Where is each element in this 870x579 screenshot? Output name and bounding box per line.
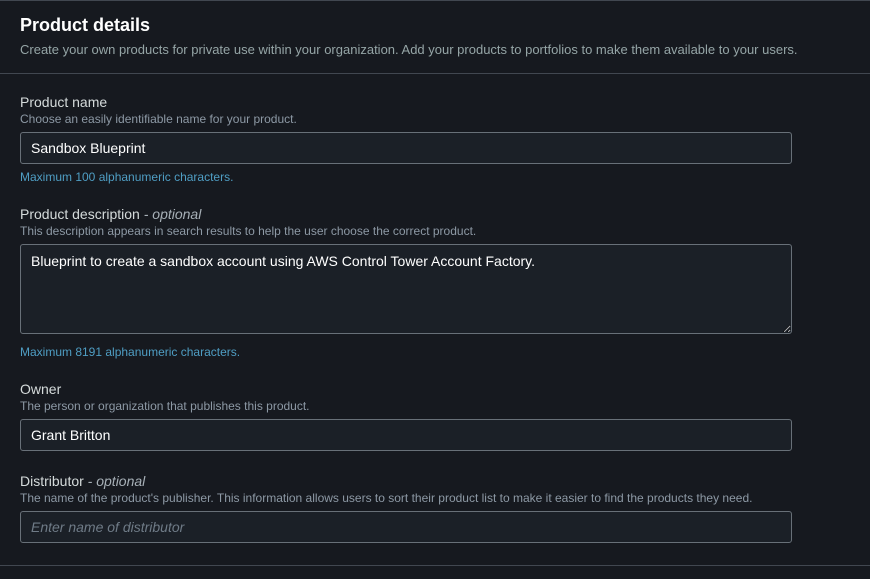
- optional-suffix: - optional: [84, 473, 145, 489]
- product-description-constraint: Maximum 8191 alphanumeric characters.: [20, 345, 850, 359]
- product-description-label-text: Product description: [20, 206, 140, 222]
- owner-label: Owner: [20, 381, 850, 397]
- distributor-field: Distributor - optional The name of the p…: [20, 473, 850, 543]
- page-subtitle: Create your own products for private use…: [20, 42, 850, 57]
- owner-field: Owner The person or organization that pu…: [20, 381, 850, 451]
- product-name-hint: Choose an easily identifiable name for y…: [20, 112, 850, 126]
- product-details-panel: Product details Create your own products…: [0, 0, 870, 566]
- owner-hint: The person or organization that publishe…: [20, 399, 850, 413]
- panel-header: Product details Create your own products…: [0, 1, 870, 74]
- distributor-label: Distributor - optional: [20, 473, 850, 489]
- page-title: Product details: [20, 15, 850, 36]
- product-name-label: Product name: [20, 94, 850, 110]
- distributor-input[interactable]: [20, 511, 792, 543]
- form-body: Product name Choose an easily identifiab…: [0, 74, 870, 543]
- optional-suffix: - optional: [140, 206, 201, 222]
- product-description-field: Product description - optional This desc…: [20, 206, 850, 359]
- product-description-label: Product description - optional: [20, 206, 850, 222]
- product-name-input[interactable]: [20, 132, 792, 164]
- distributor-hint: The name of the product's publisher. Thi…: [20, 491, 850, 505]
- product-description-input[interactable]: Blueprint to create a sandbox account us…: [20, 244, 792, 334]
- owner-input[interactable]: [20, 419, 792, 451]
- product-name-constraint: Maximum 100 alphanumeric characters.: [20, 170, 850, 184]
- distributor-label-text: Distributor: [20, 473, 84, 489]
- product-name-field: Product name Choose an easily identifiab…: [20, 94, 850, 184]
- product-description-hint: This description appears in search resul…: [20, 224, 850, 238]
